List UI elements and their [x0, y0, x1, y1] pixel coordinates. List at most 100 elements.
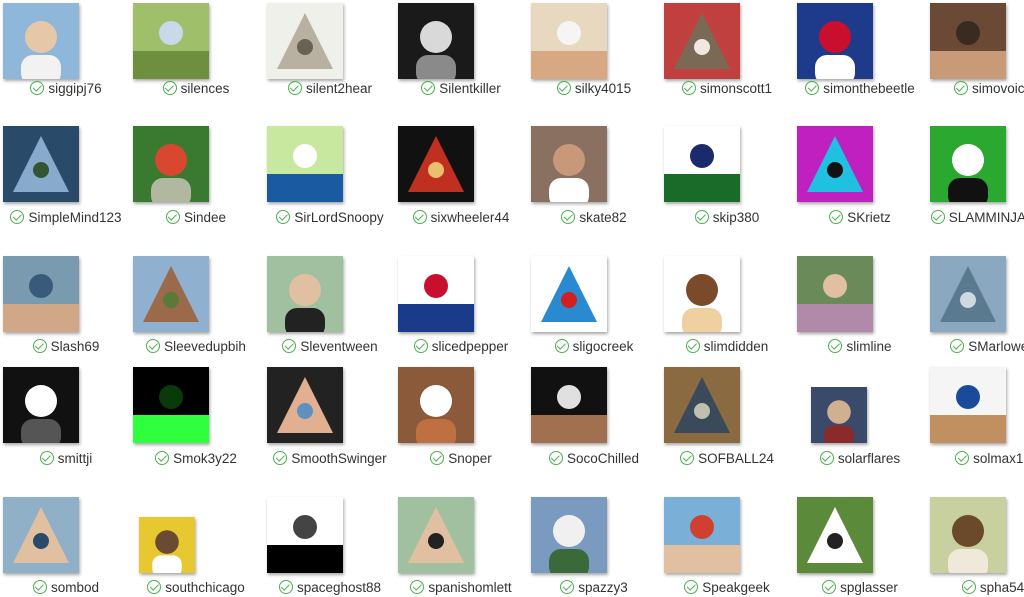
cartoon-beaver-avatar-icon[interactable] [664, 256, 740, 332]
member-username[interactable]: smittji [0, 449, 132, 468]
fleur-de-lis-avatar-icon[interactable] [797, 3, 873, 79]
tbr-headphones-avatar-icon[interactable] [797, 126, 873, 202]
member-username[interactable]: spha54 [927, 578, 1024, 597]
animals-on-grass-avatar-icon[interactable] [797, 497, 873, 573]
smiling-face-avatar-icon[interactable] [930, 3, 1006, 79]
member-username[interactable]: skip380 [661, 208, 793, 227]
quebec-cat-avatar-icon[interactable] [930, 367, 1006, 443]
username-text: silences [180, 81, 230, 96]
gdbn-cc-ghost-avatar-icon[interactable] [267, 497, 343, 573]
verified-check-icon [32, 580, 47, 594]
baseball-player-avatar-icon[interactable] [664, 367, 740, 443]
member-username[interactable]: Sleevedupbih [130, 337, 262, 356]
member-username[interactable]: spglasser [794, 578, 926, 597]
navy-trident-emblem-avatar-icon[interactable] [398, 256, 474, 332]
member-username[interactable]: southchicago [130, 578, 262, 597]
username-text: Smok3y22 [173, 451, 237, 466]
man-3d-avatar-icon[interactable] [3, 497, 79, 573]
man-by-pool-avatar-icon[interactable] [3, 126, 79, 202]
parrot-avatar-icon[interactable] [133, 126, 209, 202]
member-username[interactable]: slimline [794, 337, 926, 356]
member-username[interactable]: simonscott1 [661, 79, 793, 98]
young-man-cap-avatar-icon[interactable] [664, 497, 740, 573]
asian-man-3d-avatar-icon[interactable] [267, 256, 343, 332]
man-holding-paper-avatar-icon[interactable] [531, 3, 607, 79]
bird-on-branch-avatar-icon[interactable] [930, 497, 1006, 573]
verified-check-icon [955, 451, 970, 465]
fairway-fanatics-golf-avatar-icon[interactable] [664, 126, 740, 202]
verified-check-icon [694, 210, 709, 224]
username-text: slimdidden [703, 339, 769, 354]
man-in-cap-avatar-icon[interactable] [531, 126, 607, 202]
member-username[interactable]: SMarlowe1 [927, 337, 1024, 356]
username-text: southchicago [165, 580, 245, 595]
member-username[interactable]: sixwheeler44 [395, 208, 527, 227]
dog-in-cap-avatar-icon[interactable] [531, 367, 607, 443]
member-username[interactable]: slicedpepper [395, 337, 527, 356]
lake-with-boat-avatar-icon[interactable] [930, 256, 1006, 332]
member-username[interactable]: SocoChilled [528, 449, 660, 468]
member-username[interactable]: Speakgeek [661, 578, 793, 597]
bald-man-3d-avatar-icon[interactable] [133, 256, 209, 332]
username-text: skate82 [579, 210, 627, 225]
username-text: spglasser [840, 580, 898, 595]
verified-check-icon [950, 339, 965, 353]
member-username[interactable]: Slash69 [0, 337, 132, 356]
username-text: Speakgeek [702, 580, 770, 595]
verified-check-icon [146, 339, 161, 353]
member-username[interactable]: Sindee [130, 208, 262, 227]
member-username[interactable]: SirLordSnoopy [264, 208, 396, 227]
member-username[interactable]: Snoper [395, 449, 527, 468]
username-text: simonscott1 [699, 81, 773, 96]
member-username[interactable]: silences [130, 79, 262, 98]
golf-ball-cartoon-avatar-icon[interactable] [930, 126, 1006, 202]
member-username[interactable]: spazzy3 [528, 578, 660, 597]
man-in-cap-3d-avatar-icon[interactable] [797, 256, 873, 332]
member-username[interactable]: SLAMMINJAMES [927, 208, 1024, 227]
member-username[interactable]: SOFBALL24 [661, 449, 793, 468]
two-people-photo-avatar-icon[interactable] [267, 3, 343, 79]
verified-check-icon [681, 81, 696, 95]
member-username[interactable]: sombod [0, 578, 132, 597]
golfer-on-course-avatar-icon[interactable] [133, 3, 209, 79]
member-username[interactable]: slimdidden [661, 337, 793, 356]
member-username[interactable]: silent2hear [264, 79, 396, 98]
member-username[interactable]: silky4015 [528, 79, 660, 98]
verified-check-icon [685, 339, 700, 353]
eagle-avatar-icon[interactable] [398, 3, 474, 79]
member-username[interactable]: Sleventween [264, 337, 396, 356]
member-username[interactable]: SimpleMind123 [0, 208, 132, 227]
indian-chief-badge-avatar-icon[interactable] [398, 126, 474, 202]
beer-poster-avatar-icon[interactable] [267, 367, 343, 443]
member-username[interactable]: Silentkiller [395, 79, 527, 98]
member-username[interactable]: simovoice [927, 79, 1024, 98]
man-with-rifle-avatar-icon[interactable] [664, 3, 740, 79]
snoopy-cool-citizens-avatar-icon[interactable] [267, 126, 343, 202]
member-username[interactable]: SmoothSwinger [264, 449, 396, 468]
snoopy-golf-club-avatar-icon[interactable] [531, 256, 607, 332]
member-username[interactable]: SKrietz [794, 208, 926, 227]
stable-chaos-horse-avatar-icon[interactable] [3, 367, 79, 443]
man-with-drink-avatar-icon[interactable] [811, 387, 867, 443]
member-username[interactable]: simonthebeetle [794, 79, 926, 98]
member-username[interactable]: spanishomlett [395, 578, 527, 597]
neon-mask-avatar-icon[interactable] [133, 367, 209, 443]
username-text: sombod [50, 580, 100, 595]
verified-check-icon [680, 451, 695, 465]
username-text: spaceghost88 [296, 580, 382, 595]
member-username[interactable]: spaceghost88 [264, 578, 396, 597]
three-men-photo-avatar-icon[interactable] [3, 256, 79, 332]
member-username[interactable]: siggipj76 [0, 79, 132, 98]
asian-man-3d-avatar-icon[interactable] [398, 497, 474, 573]
smiling-man-yellow-avatar-icon[interactable] [139, 517, 195, 573]
mountain-landscape-avatar-icon[interactable] [531, 497, 607, 573]
golfer-woman-avatar-icon[interactable] [3, 3, 79, 79]
member-username[interactable]: skate82 [528, 208, 660, 227]
verified-check-icon [561, 210, 576, 224]
verified-check-icon [930, 210, 945, 224]
member-username[interactable]: Smok3y22 [130, 449, 262, 468]
member-username[interactable]: solmax18 [927, 449, 1024, 468]
member-username[interactable]: sligocreek [528, 337, 660, 356]
dog-face-avatar-icon[interactable] [398, 367, 474, 443]
member-username[interactable]: solarflares [794, 449, 926, 468]
